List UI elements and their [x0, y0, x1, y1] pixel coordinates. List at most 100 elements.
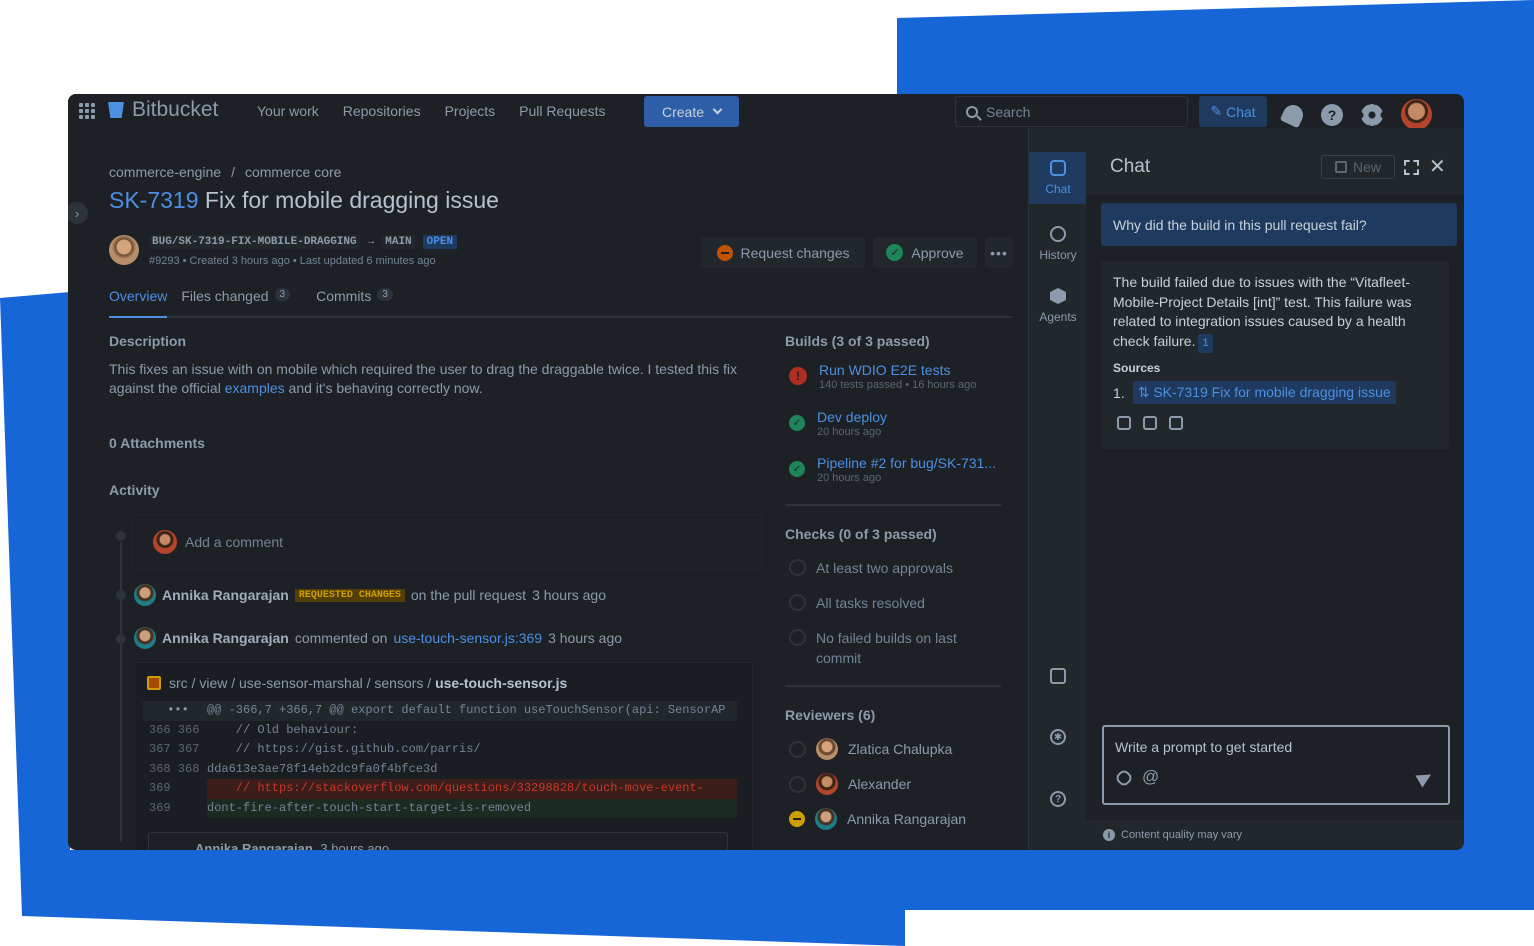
create-button[interactable]: Create	[644, 96, 739, 127]
line-numbers: 367 367	[149, 742, 200, 756]
answer-text: The build failed due to issues with the …	[1113, 274, 1412, 349]
tab-overview[interactable]: Overview	[109, 288, 168, 318]
nav-projects[interactable]: Projects	[445, 103, 496, 119]
chat-button-label: Chat	[1226, 103, 1256, 120]
copy-icon[interactable]	[1169, 416, 1183, 430]
build-name[interactable]: Run WDIO E2E tests	[819, 362, 976, 378]
chat-button[interactable]: ✎ Chat	[1199, 96, 1267, 127]
build-item[interactable]: ✓ Pipeline #2 for bug/SK-731... 20 hours …	[789, 455, 996, 484]
check-circle-icon	[789, 594, 806, 611]
activity-time: 3 hours ago	[532, 587, 607, 603]
description-body-end: and it's behaving correctly now.	[284, 380, 483, 396]
rail-agents[interactable]: Agents	[1029, 288, 1087, 324]
mention-icon[interactable]: @	[1142, 767, 1159, 787]
page-title: SK-7319 Fix for mobile dragging issue	[109, 187, 499, 214]
expand-icon[interactable]	[1404, 160, 1419, 175]
arrow-right-icon: →	[367, 236, 375, 248]
build-item[interactable]: ✓ Dev deploy 20 hours ago	[789, 409, 887, 438]
help-icon[interactable]: ?	[1321, 103, 1343, 126]
line-numbers[interactable]: •••	[143, 701, 207, 721]
pr-key[interactable]: SK-7319	[109, 187, 199, 213]
source-title: SK-7319 Fix for mobile dragging issue	[1153, 384, 1391, 400]
top-icons: ?	[1279, 99, 1432, 130]
user-message: Why did the build in this pull request f…	[1101, 203, 1457, 246]
code-text: dda613e3ae78f14eb2dc9fa0f4bfce3d	[207, 761, 438, 776]
thumbs-down-icon[interactable]	[1143, 416, 1157, 430]
thumbs-up-icon[interactable]	[1117, 416, 1131, 430]
tab-commits[interactable]: Commits 3	[316, 288, 393, 316]
request-changes-button[interactable]: Request changes	[701, 237, 865, 268]
source-branch[interactable]: BUG/SK-7319-FIX-MOBILE-DRAGGING	[149, 235, 360, 249]
file-name[interactable]: use-touch-sensor.js	[435, 675, 567, 691]
attachments-heading: 0 Attachments	[109, 435, 205, 451]
expand-sidebar-icon[interactable]: ›	[68, 202, 88, 224]
sources-heading: Sources	[1113, 361, 1161, 375]
source-index: 1.	[1113, 384, 1125, 401]
examples-link[interactable]: examples	[225, 380, 285, 396]
chat-side-rail: Chat History Agents ✱ ?	[1028, 128, 1087, 850]
search-input[interactable]: Search	[955, 96, 1188, 127]
chat-footer: i Content quality may vary	[1086, 820, 1464, 850]
line-numbers: 369	[149, 781, 171, 795]
reviewer-name[interactable]: Zlatica Chalupka	[848, 741, 952, 757]
activity-user[interactable]: Annika Rangarajan	[162, 587, 289, 603]
check-label: At least two approvals	[816, 560, 953, 576]
help-icon[interactable]: ?	[1050, 791, 1066, 807]
bug-icon[interactable]: ✱	[1050, 729, 1066, 745]
add-comment-input[interactable]: Add a comment	[132, 514, 762, 570]
reviewer-name[interactable]: Annika Rangarajan	[847, 811, 966, 827]
breadcrumb-separator: /	[231, 164, 235, 180]
nav-repositories[interactable]: Repositories	[343, 103, 421, 119]
rail-history[interactable]: History	[1029, 226, 1087, 262]
request-changes-icon	[716, 244, 733, 261]
rail-chat[interactable]: Chat	[1029, 152, 1087, 204]
new-chat-button[interactable]: New	[1321, 155, 1395, 179]
diff-line: 369 // https://stackoverflow.com/questio…	[143, 779, 737, 799]
notifications-icon[interactable]	[1279, 101, 1307, 128]
breadcrumb-project[interactable]: commerce-engine	[109, 164, 221, 180]
diff-line: 366 366 // Old behaviour:	[143, 721, 737, 741]
tab-files-changed[interactable]: Files changed 3	[181, 288, 291, 316]
build-name[interactable]: Dev deploy	[817, 409, 887, 425]
build-sub: 140 tests passed • 16 hours ago	[819, 379, 977, 391]
author-avatar[interactable]	[109, 235, 139, 265]
activity-user[interactable]: Annika Rangarajan	[162, 630, 289, 646]
nav-your-work[interactable]: Your work	[257, 103, 319, 119]
chat-sparkle-icon: ✎	[1210, 103, 1223, 119]
feedback-icon[interactable]	[1050, 668, 1066, 684]
needs-work-icon	[789, 811, 805, 827]
activity-heading: Activity	[109, 482, 160, 498]
attach-link-icon[interactable]	[1114, 768, 1134, 788]
settings-icon[interactable]	[1361, 103, 1383, 126]
target-branch[interactable]: MAIN	[382, 235, 415, 249]
send-icon[interactable]	[1415, 768, 1435, 788]
bitbucket-logo[interactable]: Bitbucket	[108, 98, 218, 122]
description-text: This fixes an issue with on mobile which…	[109, 360, 754, 398]
line-numbers: 368 368	[149, 761, 200, 776]
build-item[interactable]: ! Run WDIO E2E tests 140 tests passed • 1…	[789, 362, 976, 391]
reviewer-item: Zlatica Chalupka	[789, 738, 952, 760]
source-link[interactable]: ⇅ SK-7319 Fix for mobile dragging issue	[1132, 381, 1396, 404]
rail-label: Chat	[1045, 182, 1071, 196]
breadcrumb-repo[interactable]: commerce core	[245, 164, 341, 180]
approve-button[interactable]: ✓ Approve	[873, 237, 977, 268]
success-icon: ✓	[789, 461, 805, 477]
product-name: Bitbucket	[132, 98, 219, 121]
info-icon: i	[1103, 829, 1115, 841]
prompt-input[interactable]: Write a prompt to get started @	[1102, 725, 1450, 805]
reviewer-name[interactable]: Alexander	[848, 776, 911, 792]
code-text: // https://gist.github.com/parris/	[207, 742, 481, 756]
more-actions-button[interactable]: •••	[985, 237, 1013, 268]
build-name[interactable]: Pipeline #2 for bug/SK-731...	[817, 455, 996, 471]
check-item: All tasks resolved	[789, 593, 925, 613]
rail-label: Agents	[1039, 310, 1077, 324]
source-item: 1. ⇅ SK-7319 Fix for mobile dragging iss…	[1113, 381, 1437, 404]
footnote-badge[interactable]: 1	[1198, 333, 1213, 353]
file-link[interactable]: use-touch-sensor.js:369	[393, 630, 542, 646]
close-icon[interactable]: ✕	[1429, 154, 1446, 179]
nav-pull-requests[interactable]: Pull Requests	[519, 103, 605, 119]
profile-avatar[interactable]	[1401, 99, 1432, 130]
reviewer-item: Annika Rangarajan	[789, 808, 966, 830]
app-switcher-icon[interactable]	[79, 103, 95, 119]
build-sub: 20 hours ago	[817, 472, 882, 484]
